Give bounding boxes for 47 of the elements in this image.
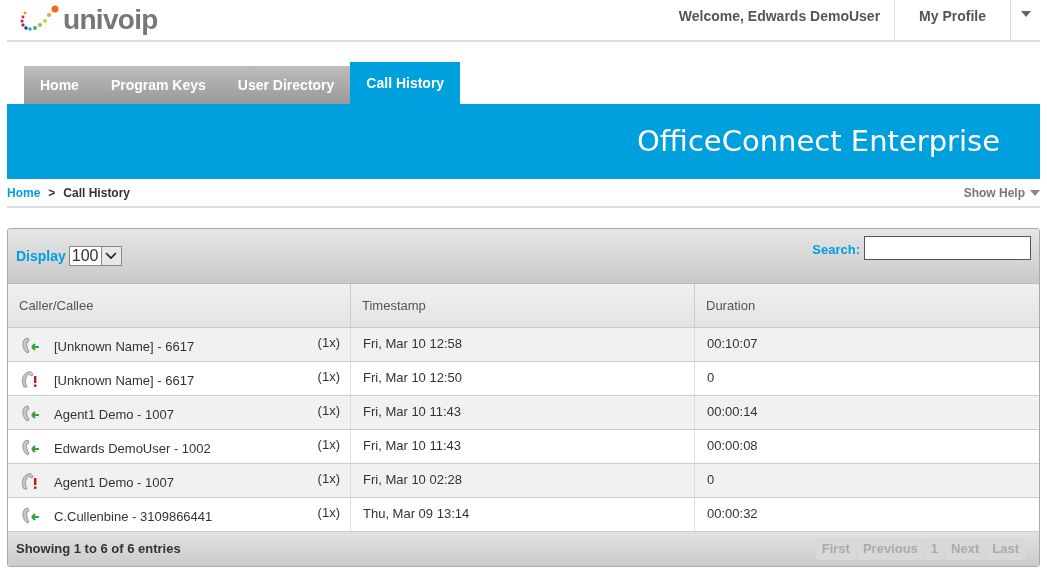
call-count: (1x) (317, 402, 340, 421)
caller-name: Agent1 Demo - 1007 (54, 405, 174, 424)
show-help-button[interactable]: Show Help (963, 183, 1040, 202)
nav-tab[interactable]: Program Keys (94, 66, 222, 104)
duration-cell-text: 00:00:32 (707, 504, 758, 523)
timestamp-cell-text: Fri, Mar 10 12:58 (363, 334, 462, 353)
caller-name: [Unknown Name] - 6617 (54, 371, 195, 390)
breadcrumb-separator: > (48, 184, 56, 202)
nav-tab[interactable]: Call History (350, 62, 461, 104)
caller-name: Agent1 Demo - 1007 (54, 473, 174, 492)
caller-name: Edwards DemoUser - 1002 (54, 439, 211, 458)
timestamp-cell-text: Fri, Mar 10 11:43 (363, 436, 462, 455)
search-label: Search: (812, 241, 860, 259)
entries-info: Showing 1 to 6 of 6 entries (16, 540, 181, 559)
banner-title: OfficeConnect Enterprise (637, 122, 1000, 160)
call-count: (1x) (317, 334, 340, 353)
duration-cell-text: 00:00:14 (707, 402, 758, 421)
timestamp-cell-text: Fri, Mar 10 12:50 (363, 368, 462, 387)
breadcrumb-current: Call History (63, 184, 131, 202)
column-header[interactable]: Caller/Callee (8, 284, 351, 327)
column-header[interactable]: Timestamp (351, 284, 695, 327)
display-select[interactable]: 100 (68, 246, 122, 266)
breadcrumb-link[interactable]: Home (7, 183, 41, 202)
call-count: (1x) (317, 436, 340, 455)
caret-icon (1020, 11, 1031, 17)
call-count: (1x) (317, 470, 340, 489)
call-count: (1x) (317, 368, 340, 387)
caret-icon (1030, 189, 1040, 196)
timestamp-cell-text: Fri, Mar 10 02:28 (363, 470, 462, 489)
timestamp-cell-text: Fri, Mar 10 11:43 (363, 402, 462, 421)
chevron-down-icon (105, 252, 117, 260)
duration-cell-text: 00:00:08 (707, 436, 758, 455)
caller-name: [Unknown Name] - 6617 (54, 337, 195, 356)
nav-tab[interactable]: User Directory (221, 66, 351, 104)
duration-cell-text: 0 (707, 470, 715, 489)
welcome-text: Welcome, Edwards DemoUser (678, 7, 882, 26)
logo-text: univoip (63, 6, 158, 34)
nav-tab[interactable]: Home (24, 66, 95, 104)
timestamp-cell-text: Thu, Mar 09 13:14 (363, 504, 470, 523)
caller-name: C.Cullenbine - 3109866441 (54, 507, 213, 526)
duration-cell-text: 00:10:07 (707, 334, 758, 353)
column-header[interactable]: Duration (695, 284, 1039, 327)
call-count: (1x) (317, 504, 340, 523)
profile-link[interactable]: My Profile (894, 0, 1010, 40)
display-label: Display (16, 246, 66, 266)
duration-cell-text: 0 (707, 368, 715, 387)
search-field[interactable] (864, 236, 1031, 260)
